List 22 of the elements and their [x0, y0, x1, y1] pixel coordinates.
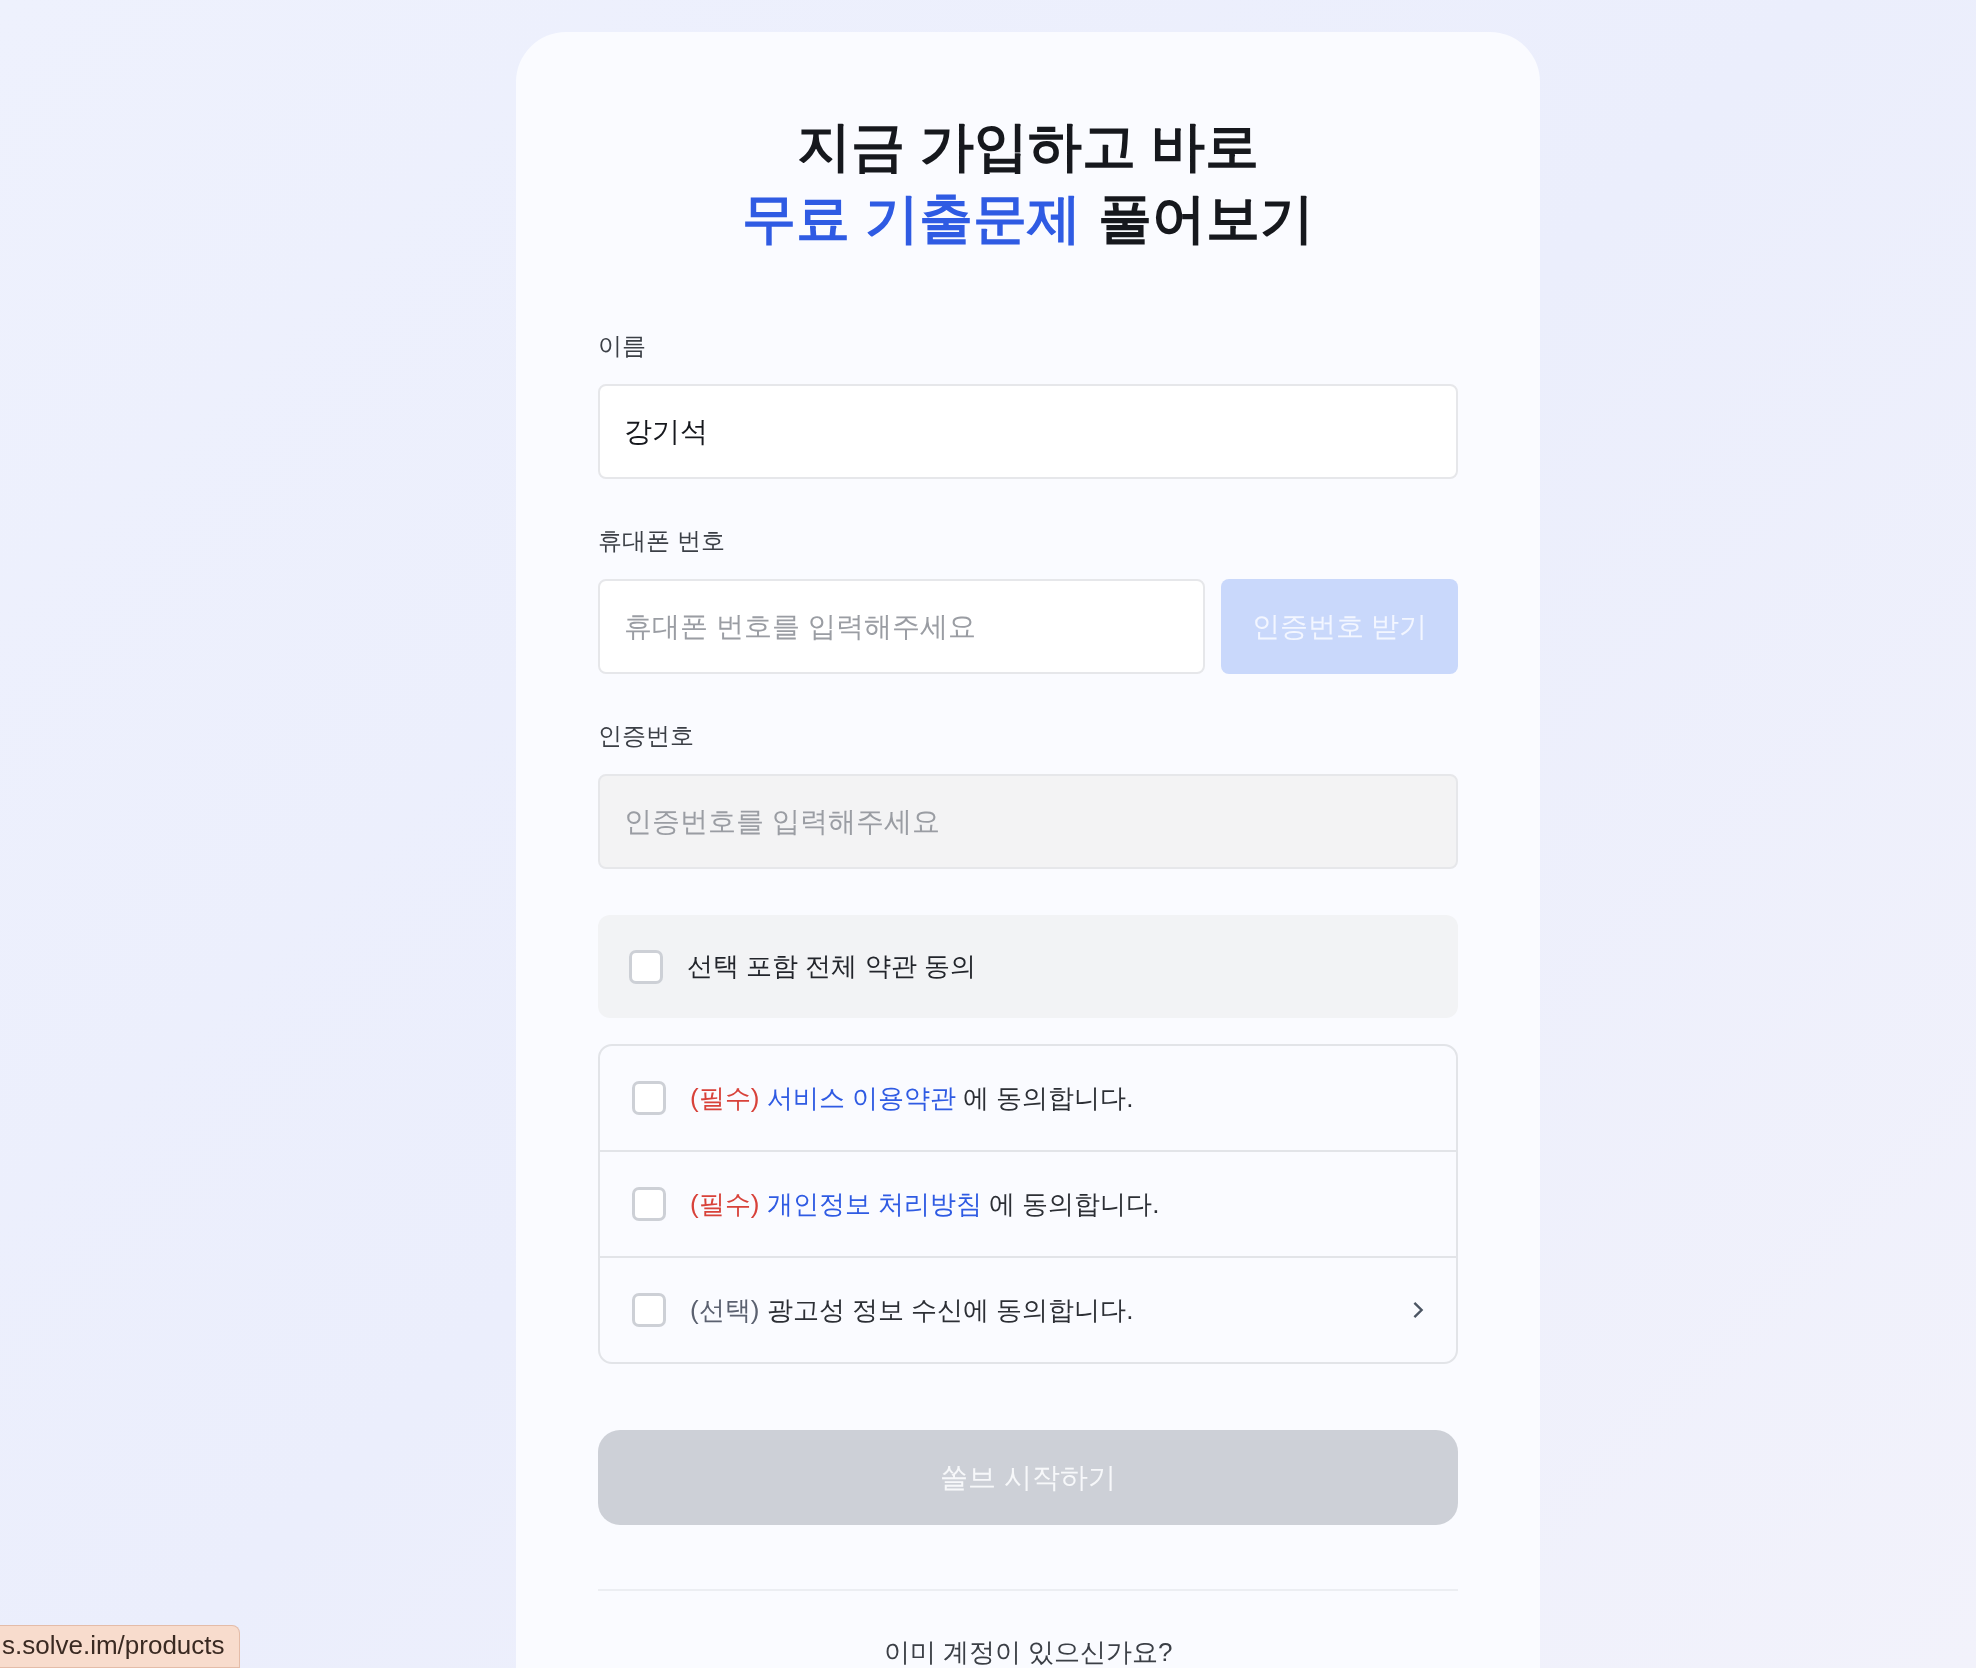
- checkbox[interactable]: [632, 1081, 666, 1115]
- heading-text: 무료 기출문제: [742, 188, 1082, 248]
- terms-link[interactable]: 개인정보 처리방침: [766, 1188, 982, 1219]
- login-prompt: 이미 계정이 있으신가요?: [882, 1636, 1174, 1668]
- chevron-right-icon[interactable]: [1412, 1300, 1424, 1320]
- input-field[interactable]: 강기석: [598, 384, 1458, 479]
- status-url: s.solve.im/products: [0, 1625, 240, 1668]
- agreement-text: (필수) 서비스 이용약관 에 동의합니다.: [690, 1081, 1135, 1115]
- field-label: 휴대폰 번호: [598, 526, 726, 556]
- field-label: 이름: [598, 331, 647, 361]
- heading-text: 지금 가입하고 바로: [797, 116, 1259, 176]
- checkbox[interactable]: [629, 949, 663, 984]
- agree-all-row[interactable]: 선택 포함 전체 약관 동의: [598, 915, 1458, 1018]
- agree-all-label: 선택 포함 전체 약관 동의: [687, 950, 976, 983]
- terms-link[interactable]: 서비스 이용약관: [766, 1082, 956, 1113]
- checkbox[interactable]: [632, 1187, 666, 1221]
- input-field[interactable]: 휴대폰 번호를 입력해주세요: [598, 579, 1205, 674]
- field-label: 인증번호: [598, 721, 695, 751]
- heading-text: 풀어보기: [1097, 188, 1314, 248]
- agreement-text: (필수) 개인정보 처리방침 에 동의합니다.: [690, 1187, 1161, 1221]
- agreement-text: (선택) 광고성 정보 수신에 동의합니다.: [690, 1293, 1135, 1327]
- checkbox[interactable]: [632, 1293, 666, 1327]
